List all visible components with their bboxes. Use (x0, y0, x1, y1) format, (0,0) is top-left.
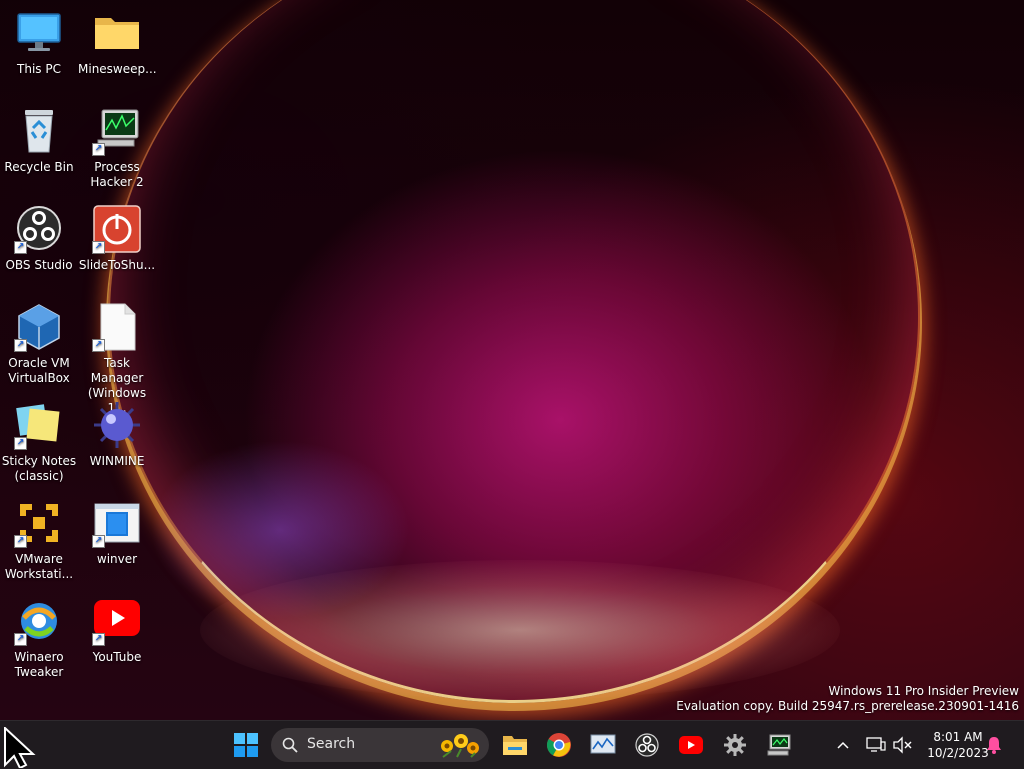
winver-icon: ↗ (92, 498, 142, 548)
taskbar-youtube[interactable] (673, 727, 709, 763)
taskbar-settings[interactable] (717, 727, 753, 763)
network-icon (866, 737, 886, 752)
desktop-icon-label: VMware Workstati... (4, 552, 74, 581)
watermark-edition: Windows 11 Pro Insider Preview (828, 684, 1019, 698)
shortcut-arrow-icon: ↗ (92, 535, 105, 548)
desktop-icon-winaero-tweaker[interactable]: ↗ Winaero Tweaker (0, 596, 78, 680)
settings-gear-icon (724, 734, 746, 756)
obs-icon (635, 733, 659, 757)
winaero-icon: ↗ (14, 596, 64, 646)
start-icon (234, 733, 258, 757)
desktop-icon-label: OBS Studio (5, 258, 73, 272)
desktop-icon-sticky-notes[interactable]: ↗ Sticky Notes (classic) (0, 400, 78, 484)
desktop-icon-label: YouTube (92, 650, 142, 664)
search-icon (282, 737, 298, 753)
desktop-icon-label: Recycle Bin (4, 160, 74, 174)
notifications-button[interactable] (986, 721, 1006, 769)
document-icon: ↗ (92, 302, 142, 352)
taskbar-performance-monitor[interactable] (585, 727, 621, 763)
volume-button[interactable] (892, 721, 914, 769)
taskbar-file-explorer[interactable] (497, 727, 533, 763)
desktop-icon-virtualbox[interactable]: ↗ Oracle VM VirtualBox (0, 302, 78, 386)
sticky-notes-icon: ↗ (14, 400, 64, 450)
desktop-icon-label: Winaero Tweaker (14, 650, 64, 679)
desktop-icon-slidetoshutdown[interactable]: ↗ SlideToShu... (78, 204, 156, 273)
chevron-up-icon (837, 741, 849, 749)
process-hacker-icon: ↗ (92, 106, 142, 156)
desktop-icon-label: Sticky Notes (classic) (1, 454, 77, 483)
youtube-icon: ↗ (92, 596, 142, 646)
desktop-icon-winmine[interactable]: WINMINE (78, 400, 156, 469)
shortcut-arrow-icon: ↗ (92, 241, 105, 254)
desktop-icon-this-pc[interactable]: This PC (0, 8, 78, 77)
shortcut-arrow-icon: ↗ (14, 535, 27, 548)
desktop-icon-winver[interactable]: ↗ winver (78, 498, 156, 567)
show-hidden-icons-button[interactable] (836, 721, 854, 769)
desktop-icon-process-hacker[interactable]: ↗ Process Hacker 2 (78, 106, 156, 190)
desktop-icon-label: winver (96, 552, 138, 566)
volume-muted-icon (893, 736, 912, 754)
file-explorer-icon (503, 736, 527, 755)
desktop-icon-label: SlideToShu... (78, 258, 156, 272)
network-status-button[interactable] (866, 721, 888, 769)
remote-desktop-icon (767, 734, 791, 756)
folder-icon (92, 8, 142, 58)
mouse-cursor-icon (4, 727, 36, 768)
chrome-icon (546, 733, 571, 757)
desktop-icon-minesweeper-folder[interactable]: Minesweep... (78, 8, 157, 77)
obs-icon: ↗ (14, 204, 64, 254)
shortcut-arrow-icon: ↗ (92, 143, 105, 156)
power-icon: ↗ (92, 204, 142, 254)
mine-icon (92, 400, 142, 450)
desktop-icon-label: Minesweep... (78, 62, 157, 76)
shortcut-arrow-icon: ↗ (14, 633, 27, 646)
shortcut-arrow-icon: ↗ (92, 633, 105, 646)
search-label: Search (307, 736, 356, 752)
desktop-icon-obs-studio[interactable]: ↗ OBS Studio (0, 204, 78, 273)
evaluation-watermark: Windows 11 Pro Insider Preview Evaluatio… (676, 684, 1019, 714)
watermark-build: Evaluation copy. Build 25947.rs_prerelea… (676, 699, 1019, 713)
performance-monitor-icon (590, 734, 616, 754)
shortcut-arrow-icon: ↗ (14, 339, 27, 352)
shortcut-arrow-icon: ↗ (92, 339, 105, 352)
desktop-icon-label: WINMINE (89, 454, 145, 468)
desktop-icon-label: This PC (17, 62, 61, 76)
wallpaper-purple-glow (150, 440, 410, 620)
monitor-icon (14, 8, 64, 58)
desktop-icon-label: Process Hacker 2 (90, 160, 144, 189)
shortcut-arrow-icon: ↗ (14, 437, 27, 450)
desktop-icon-recycle-bin[interactable]: Recycle Bin (0, 106, 78, 175)
desktop-icon-label: Oracle VM VirtualBox (8, 356, 70, 385)
taskbar-obs[interactable] (629, 727, 665, 763)
notification-bell-icon (987, 737, 1001, 754)
desktop-icon-vmware[interactable]: ↗ VMware Workstati... (0, 498, 78, 582)
search-highlight-flowers-icon (441, 734, 479, 758)
desktop-icon-youtube[interactable]: ↗ YouTube (78, 596, 156, 665)
recycle-bin-icon (14, 106, 64, 156)
desktop-icon-task-manager[interactable]: ↗ Task Manager (Windows 1... (78, 302, 156, 416)
taskbar-search-box[interactable]: Search (271, 728, 489, 762)
taskbar-remote-desktop[interactable] (761, 727, 797, 763)
virtualbox-icon: ↗ (14, 302, 64, 352)
vmware-icon: ↗ (14, 498, 64, 548)
taskbar-chrome[interactable] (541, 727, 577, 763)
youtube-icon (679, 736, 703, 754)
start-button[interactable] (228, 727, 264, 763)
shortcut-arrow-icon: ↗ (14, 241, 27, 254)
taskbar: Search 8:01 AM 10/2/2023 (0, 720, 1024, 769)
